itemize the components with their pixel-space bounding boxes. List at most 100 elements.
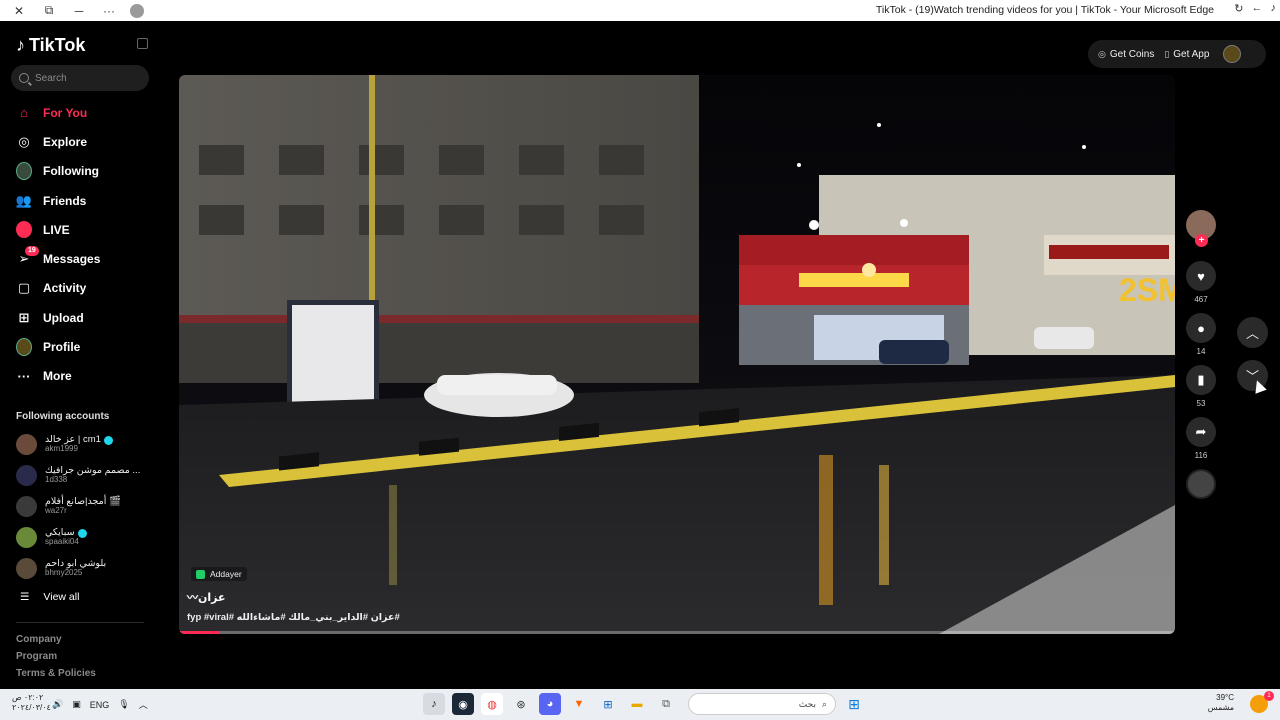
- main-nav: ⌂ For You ◎ Explore Following 👥 Friends LIVE ➢ 19…: [0, 98, 160, 391]
- volume-icon[interactable]: 🔊: [52, 699, 63, 710]
- save-button[interactable]: ▮: [1186, 365, 1216, 395]
- sidebar-item-live[interactable]: LIVE: [0, 215, 160, 244]
- view-all-button[interactable]: ☰ View all: [20, 591, 79, 603]
- video-author-name: Addayer: [210, 569, 242, 579]
- video-frame: 2SM: [179, 75, 1175, 634]
- sidebar-item-label: Following: [43, 164, 99, 179]
- sidebar-item-profile[interactable]: Profile: [0, 332, 160, 361]
- footer-link[interactable]: Program: [16, 651, 96, 662]
- notification-badge: 1: [1264, 691, 1274, 701]
- sidebar-item-label: Activity: [43, 281, 87, 296]
- steam-app-icon[interactable]: ◉: [452, 693, 474, 715]
- sidebar-item-friends[interactable]: 👥 Friends: [0, 186, 160, 215]
- heart-icon: ♥: [1197, 268, 1205, 284]
- view-all-label: View all: [43, 591, 80, 603]
- sidebar-item-following[interactable]: Following: [0, 157, 160, 186]
- minimize-window-button[interactable]: ─: [64, 0, 94, 21]
- music-disc-icon[interactable]: [1186, 469, 1216, 499]
- weather-widget[interactable]: 39°C مشمس: [1208, 693, 1234, 713]
- account-text: أمجد|صانع أفلام 🎬 wa27r: [45, 497, 121, 515]
- tray-chevron-up-icon[interactable]: ︿: [139, 698, 148, 711]
- sidebar-divider: [16, 622, 144, 623]
- list-icon: ☰: [20, 591, 30, 603]
- discord-app-icon[interactable]: ◕: [539, 693, 561, 715]
- footer-link[interactable]: Terms & Policies: [16, 668, 96, 679]
- following-account-item[interactable]: بلوشي ابو داحم bhmy2025: [16, 553, 156, 584]
- follow-plus-icon[interactable]: +: [1195, 234, 1208, 247]
- following-account-item[interactable]: مصمم موشن جرافيك ... 1d338: [16, 460, 156, 491]
- taskbar-search[interactable]: بحث ⌕: [688, 693, 836, 715]
- video-hashtags[interactable]: #عزان #الداير_بني_مالك #ماشاءالله #fyp #…: [187, 612, 400, 623]
- close-window-button[interactable]: ✕: [4, 0, 34, 21]
- following-account-item[interactable]: سبايكي spaaiki04: [16, 522, 156, 553]
- start-menu-icon[interactable]: ⊞: [843, 693, 865, 715]
- live-icon: [16, 221, 32, 239]
- store-app-icon[interactable]: ⊞: [597, 693, 619, 715]
- following-account-item[interactable]: عز خالد | cm1 akm1999: [16, 429, 156, 460]
- video-player[interactable]: 2SM Addayer عزان〰 #عزان #الداير_بني_مالك…: [179, 75, 1175, 634]
- get-coins-button[interactable]: ◎ Get Coins: [1098, 49, 1154, 60]
- app-icon[interactable]: ⊛: [510, 693, 532, 715]
- save-count: 53: [1196, 399, 1206, 408]
- browser-profile-avatar[interactable]: [130, 3, 144, 18]
- back-icon[interactable]: ←: [1252, 2, 1263, 15]
- share-button[interactable]: ➦: [1186, 417, 1216, 447]
- sidebar-item-explore[interactable]: ◎ Explore: [0, 127, 160, 156]
- sidebar-item-more[interactable]: ··· More: [0, 362, 160, 391]
- language-indicator[interactable]: ENG: [90, 700, 110, 710]
- coin-icon: ◎: [1098, 48, 1106, 59]
- search-input[interactable]: [35, 72, 135, 84]
- live-dot-icon: [16, 221, 32, 239]
- sidebar-item-upload[interactable]: ⊞ Upload: [0, 303, 160, 332]
- comment-button[interactable]: ●: [1186, 313, 1216, 343]
- restore-window-button[interactable]: ⧉: [34, 0, 64, 21]
- video-title: عزان〰: [187, 592, 226, 604]
- action-rail: + ♥ 467 ● 14 ▮ 53 ➦ 116: [1186, 210, 1218, 499]
- browser-menu-button[interactable]: ···: [94, 0, 124, 21]
- tiktok-logo[interactable]: ♪ TikTok: [16, 35, 85, 56]
- weather-condition: مشمس: [1207, 703, 1234, 712]
- following-accounts-title: Following accounts: [16, 411, 110, 422]
- refresh-icon[interactable]: ↻: [1234, 2, 1243, 15]
- following-account-item[interactable]: أمجد|صانع أفلام 🎬 wa27r: [16, 491, 156, 522]
- chrome-app-icon[interactable]: ◍: [481, 693, 503, 715]
- account-text: بلوشي ابو داحم bhmy2025: [45, 559, 106, 577]
- footer-link[interactable]: Company: [16, 634, 96, 645]
- like-button[interactable]: ♥: [1186, 261, 1216, 291]
- brave-app-icon[interactable]: ▼: [568, 693, 590, 715]
- account-handle: akm1999: [45, 444, 78, 454]
- account-avatar: [16, 434, 37, 455]
- task-view-icon[interactable]: ⧉: [655, 693, 677, 715]
- account-text: سبايكي spaaiki04: [45, 528, 87, 546]
- sidebar-item-label: Friends: [43, 193, 87, 208]
- upload-icon: ⊞: [18, 309, 30, 325]
- previous-video-button[interactable]: ︿: [1237, 317, 1268, 348]
- display-icon[interactable]: ▣: [72, 699, 81, 710]
- sidebar-item-for-you[interactable]: ⌂ For You: [0, 98, 160, 127]
- clock[interactable]: ٠٢:٠٢ ص ٢٠٢٤/٠٣/٠٤: [12, 693, 51, 713]
- collapse-sidebar-icon[interactable]: [137, 38, 148, 49]
- comment-count: 14: [1196, 347, 1206, 356]
- video-watermark: 2SM: [1119, 272, 1175, 308]
- search-bar[interactable]: [11, 65, 149, 91]
- video-author-tag[interactable]: Addayer: [191, 567, 247, 581]
- sidebar-item-activity[interactable]: ▢ Activity: [0, 274, 160, 303]
- logo-text: TikTok: [29, 35, 86, 55]
- microphone-icon[interactable]: 🎙: [118, 699, 129, 710]
- get-app-label: Get App: [1173, 48, 1210, 60]
- creator-avatar[interactable]: +: [1186, 210, 1216, 247]
- messages-badge: 19: [25, 246, 39, 257]
- more-icon: ···: [17, 368, 31, 384]
- user-avatar[interactable]: [1223, 45, 1242, 63]
- sidebar: ♪ TikTok ⌂ For You ◎ Explore Following 👥 Frien…: [0, 21, 160, 689]
- comment-icon: ●: [1197, 320, 1205, 336]
- tiktok-app-icon[interactable]: ♪: [423, 693, 445, 715]
- get-app-button[interactable]: ▯ Get App: [1164, 49, 1209, 60]
- sidebar-item-messages[interactable]: ➢ 19 Messages: [0, 244, 160, 273]
- following-accounts-list: عز خالد | cm1 akm1999 مصمم موشن جرافيك ...…: [16, 429, 156, 584]
- account-text: عز خالد | cm1 akm1999: [45, 435, 113, 453]
- account-handle: spaaiki04: [45, 537, 79, 547]
- taskbar-search-icon: ⌕: [821, 698, 827, 709]
- video-progress-bar[interactable]: [179, 631, 1175, 634]
- file-explorer-icon[interactable]: ▬: [626, 693, 648, 715]
